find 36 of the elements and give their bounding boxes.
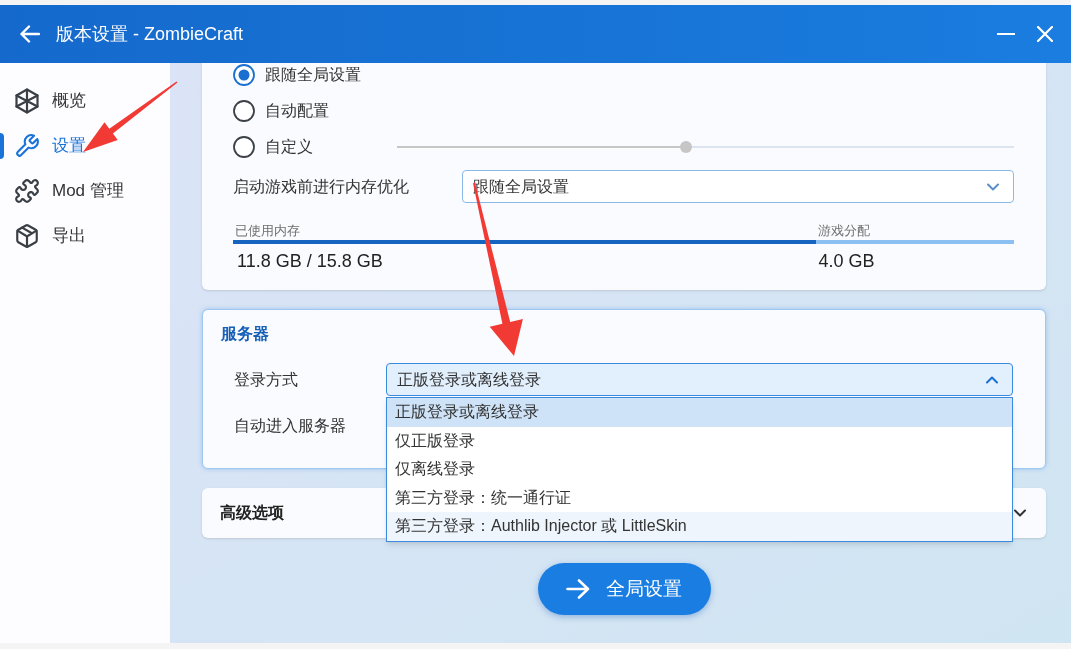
slider-track[interactable]: [397, 141, 1014, 153]
wrench-icon: [14, 133, 40, 159]
close-icon[interactable]: [1037, 26, 1053, 42]
dropdown-option[interactable]: 第三方登录：统一通行证: [387, 483, 1012, 512]
slider-thumb[interactable]: [679, 141, 692, 153]
box-icon: [14, 223, 40, 249]
window-title: 版本设置 - ZombieCraft: [56, 23, 244, 46]
field-label: 启动游戏前进行内存优化: [233, 176, 410, 197]
sidebar-item[interactable]: 导出: [0, 216, 170, 256]
chevron-down-icon: [987, 182, 999, 191]
dropdown-option[interactable]: 第三方登录：Authlib Injector 或 LittleSkin: [387, 512, 1012, 541]
dropdown-option[interactable]: 仅正版登录: [387, 426, 1012, 455]
chevron-up-icon: [986, 375, 998, 384]
radio-option[interactable]: 自动配置: [233, 100, 329, 122]
memory-label: 游戏分配: [818, 223, 871, 238]
puzzle-icon: [14, 178, 40, 204]
dropdown-option[interactable]: 正版登录或离线登录: [387, 398, 1012, 427]
radio-option[interactable]: 自定义: [233, 136, 397, 158]
field-label: 登录方式: [234, 369, 299, 390]
field-label: 自动进入服务器: [234, 416, 347, 436]
sidebar-item[interactable]: 设置: [0, 126, 170, 166]
memory-label: 已使用内存: [235, 223, 300, 238]
minimize-icon[interactable]: [997, 33, 1015, 35]
arrow-right-icon: [566, 579, 590, 599]
memory-value: 4.0 GB: [818, 251, 875, 271]
card-title: 服务器: [221, 324, 269, 344]
dropdown-option[interactable]: 仅离线登录: [387, 455, 1012, 484]
memory-value: 11.8 GB / 15.8 GB: [237, 251, 383, 271]
sidebar-item[interactable]: 概览: [0, 81, 170, 121]
global-settings-button[interactable]: 全局设置: [537, 563, 711, 615]
card-title: 高级选项: [220, 503, 285, 523]
cube-icon: [14, 88, 40, 114]
radio-option[interactable]: 跟随全局设置: [233, 64, 361, 86]
select-field[interactable]: 正版登录或离线登录: [386, 363, 1013, 396]
sidebar-item[interactable]: Mod 管理: [0, 171, 170, 211]
back-arrow-icon[interactable]: [20, 25, 40, 43]
